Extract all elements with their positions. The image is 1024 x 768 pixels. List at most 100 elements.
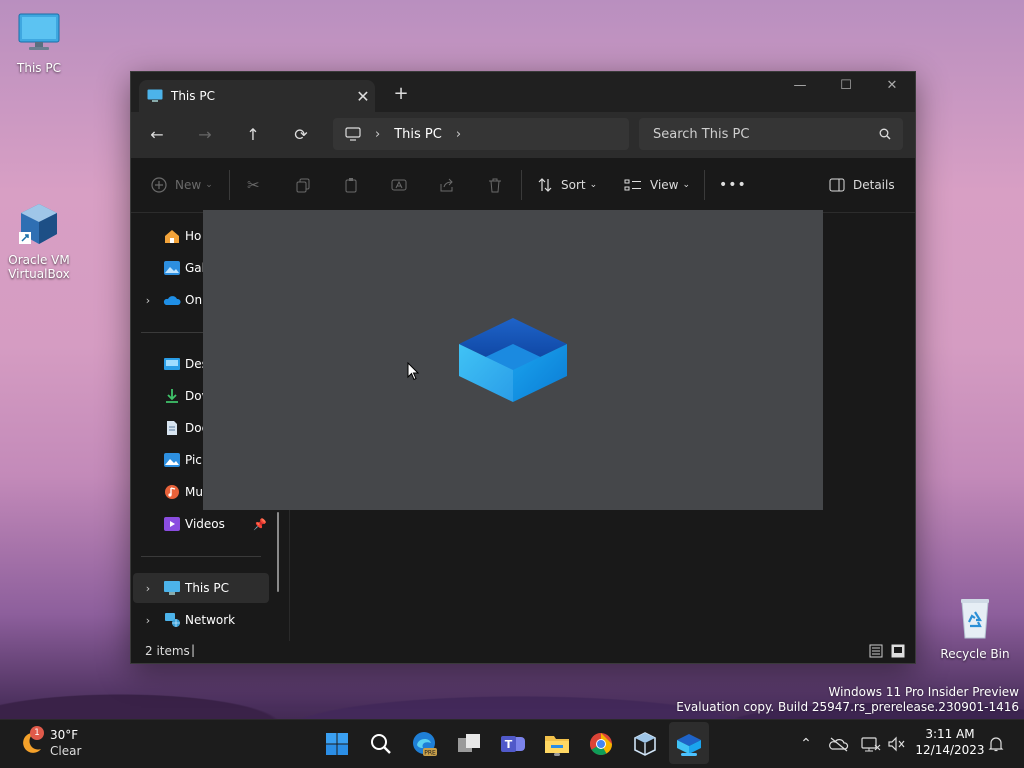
search-input[interactable]: Search This PC xyxy=(653,127,879,142)
onedrive-icon xyxy=(163,296,181,305)
taskbar-task-view[interactable] xyxy=(453,728,485,760)
sidebar-scrollbar[interactable] xyxy=(277,512,279,592)
tab-this-pc[interactable]: This PC ✕ xyxy=(139,80,375,112)
taskbar-search-button[interactable] xyxy=(365,728,397,760)
rename-button[interactable] xyxy=(391,173,407,197)
chevron-right-icon[interactable]: › xyxy=(133,614,163,627)
virtualbox-icon xyxy=(19,204,57,244)
svg-text:T: T xyxy=(505,738,513,751)
downloads-icon xyxy=(166,389,178,403)
copy-button[interactable] xyxy=(295,173,311,197)
paste-button[interactable] xyxy=(343,173,359,197)
network-icon[interactable] xyxy=(861,736,881,752)
details-button[interactable]: Details xyxy=(829,173,895,197)
divider xyxy=(229,170,230,200)
new-label: New xyxy=(175,178,202,192)
sidebar-item-this-pc[interactable]: › This PC xyxy=(133,573,269,603)
network-icon xyxy=(165,613,180,627)
clock-date: 12/14/2023 xyxy=(915,743,985,757)
new-tab-button[interactable]: + xyxy=(389,82,413,106)
address-bar[interactable]: › This PC › xyxy=(333,118,629,150)
weather-widget[interactable]: 1 30°F Clear xyxy=(16,726,106,762)
divider xyxy=(521,170,522,200)
sort-label: Sort xyxy=(561,178,586,192)
taskbar-edge-beta[interactable]: PRE xyxy=(409,728,441,760)
new-button[interactable]: New ⌄ xyxy=(151,173,213,197)
scissors-icon: ✂ xyxy=(247,176,260,194)
view-button[interactable]: View ⌄ xyxy=(624,173,690,197)
desktop-icon-virtualbox[interactable]: Oracle VM VirtualBox xyxy=(3,202,75,281)
close-window-button[interactable]: ✕ xyxy=(869,72,915,102)
breadcrumb-this-pc[interactable]: This PC xyxy=(394,127,442,142)
sort-button[interactable]: Sort ⌄ xyxy=(537,173,597,197)
monitor-icon xyxy=(345,127,361,141)
sidebar-item-label: On xyxy=(185,293,203,307)
details-view-icon[interactable] xyxy=(869,644,883,658)
details-pane-icon xyxy=(829,178,845,192)
trash-icon xyxy=(489,178,501,193)
up-button[interactable]: ↑ xyxy=(239,121,267,149)
desktop-icon-label: Recycle Bin xyxy=(940,647,1010,661)
tab-title: This PC xyxy=(171,89,215,103)
search-box[interactable]: Search This PC xyxy=(639,118,903,150)
desktop-icon-this-pc[interactable]: This PC xyxy=(3,10,75,75)
chevron-right-icon[interactable]: › xyxy=(133,294,163,307)
copy-icon xyxy=(296,178,310,193)
share-icon xyxy=(440,178,453,192)
weather-temp: 30°F xyxy=(50,728,79,742)
windows-start-icon xyxy=(326,733,348,755)
forward-button[interactable]: → xyxy=(191,121,219,149)
build-watermark: Windows 11 Pro Insider Preview Evaluatio… xyxy=(676,685,1019,715)
system-tray: ⌃ xyxy=(796,720,905,768)
desktop-icon-recycle-bin[interactable]: Recycle Bin xyxy=(939,596,1011,661)
sidebar-item-label: Ho xyxy=(185,229,202,243)
music-icon xyxy=(165,485,179,499)
sidebar-item-videos[interactable]: Videos 📌 xyxy=(133,509,269,539)
navigation-bar: ← → ↑ ⟳ › This PC › Search This PC xyxy=(131,112,915,158)
notification-bell-icon[interactable] xyxy=(988,736,1004,752)
onedrive-offline-icon[interactable] xyxy=(829,736,849,752)
more-options-button[interactable]: ••• xyxy=(719,173,747,197)
plus-circle-icon xyxy=(151,177,167,193)
start-button[interactable] xyxy=(321,728,353,760)
taskbar-dev-home[interactable] xyxy=(673,728,705,760)
running-indicator xyxy=(681,753,697,756)
computer-icon xyxy=(147,89,163,102)
details-label: Details xyxy=(853,178,895,192)
sidebar-item-label: Videos xyxy=(185,517,225,531)
large-icons-view-icon[interactable] xyxy=(891,644,905,658)
search-icon xyxy=(371,734,391,754)
task-view-icon xyxy=(458,734,480,752)
taskbar-teams[interactable]: T xyxy=(497,728,529,760)
volume-muted-icon[interactable] xyxy=(887,736,905,752)
sidebar-item-label: Pic xyxy=(185,453,202,467)
delete-button[interactable] xyxy=(487,173,503,197)
view-label: View xyxy=(650,178,679,192)
pin-icon[interactable]: 📌 xyxy=(253,518,267,531)
documents-icon xyxy=(167,421,177,435)
maximize-button[interactable]: ☐ xyxy=(823,72,869,102)
status-bar: 2 items | xyxy=(131,641,915,663)
back-button[interactable]: ← xyxy=(143,121,171,149)
show-hidden-icons-button[interactable]: ⌃ xyxy=(796,736,816,752)
refresh-button[interactable]: ⟳ xyxy=(287,121,315,149)
taskbar-virtualbox[interactable] xyxy=(629,728,661,760)
share-button[interactable] xyxy=(439,173,455,197)
taskbar-chrome[interactable] xyxy=(585,728,617,760)
weather-badge: 1 xyxy=(30,726,44,740)
search-icon xyxy=(879,128,891,140)
cut-button[interactable]: ✂ xyxy=(247,173,260,197)
desktop-icon-label: This PC xyxy=(17,61,61,75)
desktop-icon-label: Oracle VM VirtualBox xyxy=(8,253,70,281)
svg-text:PRE: PRE xyxy=(424,750,436,757)
chevron-right-icon[interactable]: › xyxy=(133,582,163,595)
sort-icon xyxy=(538,178,552,192)
tab-close-button[interactable]: ✕ xyxy=(351,87,375,106)
breadcrumb-chevron[interactable]: › xyxy=(456,127,461,142)
clock[interactable]: 3:11 AM 12/14/2023 xyxy=(914,727,986,757)
recycle-bin-icon xyxy=(961,599,989,639)
minimize-button[interactable]: — xyxy=(777,72,823,102)
sidebar-item-network[interactable]: › Network xyxy=(133,605,269,635)
taskbar-file-explorer[interactable] xyxy=(541,728,573,760)
sidebar-item-label: Network xyxy=(185,613,236,627)
